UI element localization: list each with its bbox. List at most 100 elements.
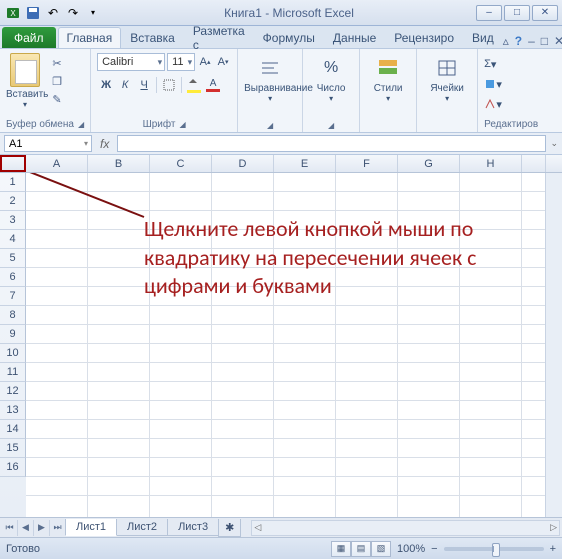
autosum-button[interactable]: Σ ▾ <box>484 55 496 73</box>
fill-color-button[interactable] <box>185 76 203 94</box>
maximize-button[interactable]: □ <box>504 5 530 21</box>
excel-app-icon[interactable]: X <box>4 4 22 22</box>
row-header[interactable]: 16 <box>0 458 26 477</box>
col-header[interactable]: E <box>274 155 336 172</box>
sheet-tab-1[interactable]: Лист1 <box>65 519 117 536</box>
alignment-button[interactable]: Выравнивание ▾ <box>244 53 296 103</box>
col-header[interactable]: G <box>398 155 460 172</box>
redo-icon[interactable]: ↷ <box>64 4 82 22</box>
tab-view[interactable]: Вид <box>463 27 503 48</box>
sheet-nav-prev-icon[interactable]: ◀ <box>18 520 34 536</box>
tab-formulas[interactable]: Формулы <box>254 27 324 48</box>
tab-home[interactable]: Главная <box>58 27 122 48</box>
save-icon[interactable] <box>24 4 42 22</box>
sheet-nav-next-icon[interactable]: ▶ <box>34 520 50 536</box>
row-header[interactable]: 11 <box>0 363 26 382</box>
row-header[interactable]: 14 <box>0 420 26 439</box>
increase-font-icon[interactable]: A▴ <box>197 53 213 71</box>
sheet-nav-first-icon[interactable]: ⏮ <box>2 520 18 536</box>
font-color-button[interactable]: A <box>204 76 222 94</box>
font-name-combo[interactable]: Calibri <box>97 53 165 71</box>
paste-button[interactable]: Вставить ▾ <box>6 53 44 109</box>
number-button[interactable]: % Число ▾ <box>309 53 353 103</box>
font-size-combo[interactable]: 11 <box>167 53 195 71</box>
styles-button[interactable]: Стили ▾ <box>366 53 410 103</box>
col-header[interactable]: C <box>150 155 212 172</box>
row-header[interactable]: 5 <box>0 249 26 268</box>
doc-restore-icon[interactable]: □ <box>541 34 548 48</box>
format-painter-icon[interactable]: ✎ <box>48 91 66 107</box>
col-header[interactable]: A <box>26 155 88 172</box>
row-header[interactable]: 1 <box>0 173 26 192</box>
sheet-tab-2[interactable]: Лист2 <box>116 519 168 536</box>
row-header[interactable]: 7 <box>0 287 26 306</box>
clear-button[interactable]: ▾ <box>484 95 502 113</box>
doc-name: Книга1 <box>224 6 262 20</box>
group-number: % Число ▾ ◢ <box>303 49 360 132</box>
new-sheet-icon[interactable]: ✱ <box>218 519 241 537</box>
clipboard-launcher-icon[interactable]: ◢ <box>78 120 84 129</box>
vscroll-top-icon[interactable] <box>545 155 562 172</box>
sheet-tab-3[interactable]: Лист3 <box>167 519 219 536</box>
vertical-scrollbar[interactable] <box>545 173 562 517</box>
fx-icon[interactable]: fx <box>96 137 113 151</box>
view-normal-icon[interactable]: ▦ <box>331 541 351 557</box>
cells-button[interactable]: Ячейки ▾ <box>423 53 471 103</box>
view-page-break-icon[interactable]: ▧ <box>371 541 391 557</box>
col-header[interactable]: F <box>336 155 398 172</box>
row-header[interactable]: 6 <box>0 268 26 287</box>
row-header[interactable]: 8 <box>0 306 26 325</box>
row-header[interactable]: 4 <box>0 230 26 249</box>
close-button[interactable]: ✕ <box>532 5 558 21</box>
row-header[interactable]: 2 <box>0 192 26 211</box>
styles-icon <box>377 57 399 79</box>
qat-dropdown-icon[interactable]: ▾ <box>84 4 102 22</box>
formula-input[interactable] <box>117 135 546 152</box>
decrease-font-icon[interactable]: A▾ <box>215 53 231 71</box>
col-header[interactable]: H <box>460 155 522 172</box>
ribbon-minimize-icon[interactable]: ▵ <box>503 34 509 48</box>
row-header[interactable]: 9 <box>0 325 26 344</box>
col-header[interactable]: D <box>212 155 274 172</box>
tab-file[interactable]: Файл <box>2 27 56 48</box>
zoom-out-icon[interactable]: − <box>431 543 437 555</box>
horizontal-scrollbar[interactable]: ◁▷ <box>251 520 560 536</box>
cells-area[interactable]: /*placeholder*/ Щелкните левой кнопкой м… <box>26 173 545 517</box>
bold-button[interactable]: Ж <box>97 76 115 94</box>
number-launcher-icon[interactable]: ◢ <box>328 121 334 130</box>
doc-minimize-icon[interactable]: – <box>528 34 535 48</box>
alignment-launcher-icon[interactable]: ◢ <box>267 121 273 130</box>
undo-icon[interactable]: ↶ <box>44 4 62 22</box>
copy-icon[interactable]: ❐ <box>48 73 66 89</box>
row-header[interactable]: 15 <box>0 439 26 458</box>
tab-review[interactable]: Рецензиро <box>385 27 463 48</box>
cut-icon[interactable]: ✂ <box>48 55 66 71</box>
view-page-layout-icon[interactable]: ▤ <box>351 541 371 557</box>
tab-page-layout[interactable]: Разметка с <box>184 27 254 48</box>
zoom-slider[interactable] <box>444 547 544 551</box>
paste-dropdown-icon[interactable]: ▾ <box>6 100 44 109</box>
group-alignment: Выравнивание ▾ ◢ <box>238 49 303 132</box>
underline-button[interactable]: Ч <box>135 76 153 94</box>
row-header[interactable]: 3 <box>0 211 26 230</box>
zoom-in-icon[interactable]: + <box>550 543 556 555</box>
zoom-level[interactable]: 100% <box>397 543 425 555</box>
select-all-corner[interactable] <box>0 155 26 172</box>
row-header[interactable]: 13 <box>0 401 26 420</box>
minimize-button[interactable]: – <box>476 5 502 21</box>
border-button[interactable] <box>160 76 178 94</box>
tab-insert[interactable]: Вставка <box>121 27 184 48</box>
italic-button[interactable]: К <box>116 76 134 94</box>
font-launcher-icon[interactable]: ◢ <box>179 120 185 129</box>
formula-expand-icon[interactable]: ⌄ <box>550 138 558 149</box>
row-header[interactable]: 10 <box>0 344 26 363</box>
col-header[interactable]: B <box>88 155 150 172</box>
row-header[interactable]: 12 <box>0 382 26 401</box>
fill-button[interactable]: ▾ <box>484 75 502 93</box>
name-box[interactable]: A1 <box>4 135 92 152</box>
help-icon[interactable]: ? <box>515 34 522 48</box>
tab-data[interactable]: Данные <box>324 27 385 48</box>
doc-close-icon[interactable]: ✕ <box>554 34 562 48</box>
sheet-nav-last-icon[interactable]: ⏭ <box>50 520 66 536</box>
window-controls: – □ ✕ <box>476 5 558 21</box>
